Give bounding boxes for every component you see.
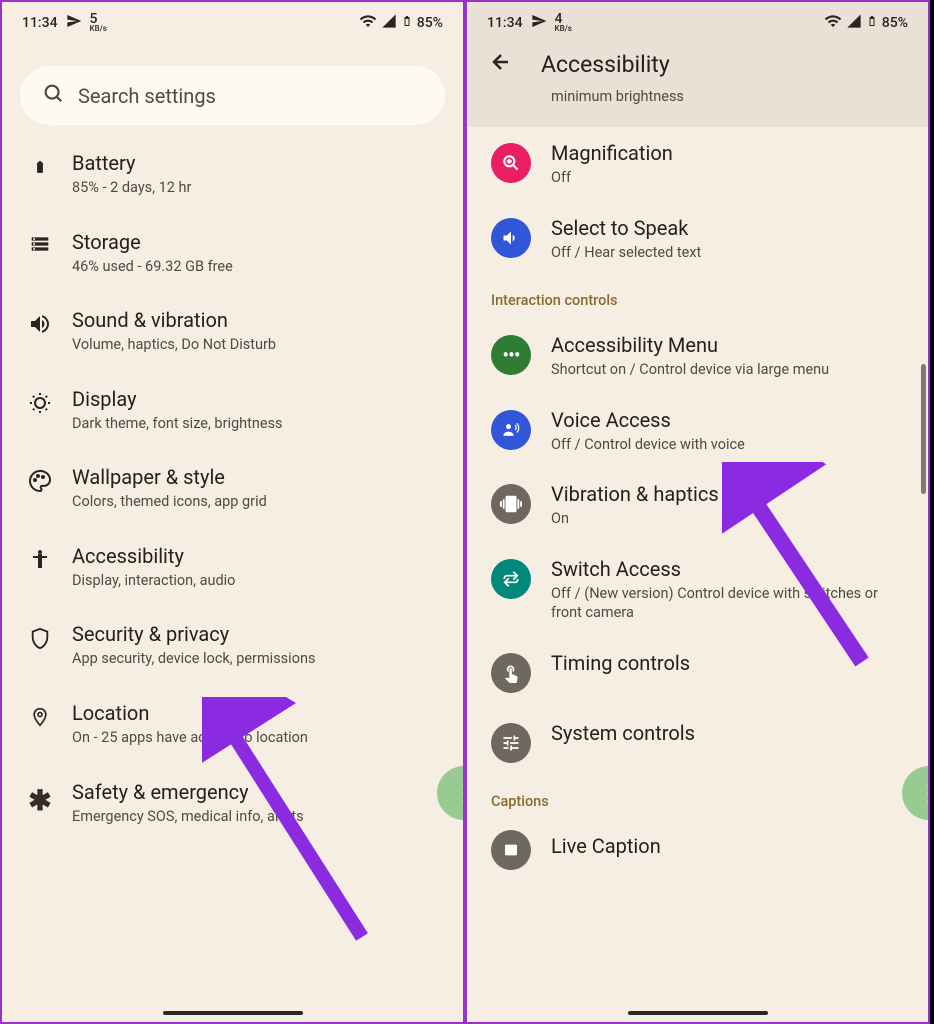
setting-title: Safety & emergency: [72, 780, 439, 804]
network-speed: 4KB/s: [555, 14, 572, 33]
palette-icon: [26, 469, 54, 493]
brightness-icon: [26, 391, 54, 415]
scrollbar[interactable]: [921, 364, 926, 494]
acc-select-speak[interactable]: Select to Speak Off / Hear selected text: [467, 202, 928, 277]
tune-icon: [491, 723, 531, 763]
battery-percent: 85%: [882, 15, 908, 31]
volume-icon: [26, 312, 54, 336]
acc-subtitle: Off / Hear selected text: [551, 243, 904, 263]
setting-subtitle: Colors, themed icons, app grid: [72, 492, 439, 512]
nav-handle[interactable]: [163, 1011, 303, 1015]
setting-subtitle: Volume, haptics, Do Not Disturb: [72, 335, 439, 355]
setting-location[interactable]: Location On - 25 apps have access to loc…: [2, 685, 463, 764]
section-interaction: Interaction controls: [467, 276, 928, 319]
acc-voice[interactable]: Voice Access Off / Control device with v…: [467, 394, 928, 469]
acc-title: Live Caption: [551, 834, 904, 858]
header: 11:34 4KB/s 85% Accessibility minimum b: [467, 2, 928, 127]
acc-vibration[interactable]: Vibration & haptics On: [467, 468, 928, 543]
acc-title: System controls: [551, 721, 904, 745]
accessibility-screen: 11:34 4KB/s 85% Accessibility minimum b: [465, 0, 930, 1024]
search-icon: [42, 82, 64, 109]
storage-icon: [26, 234, 54, 254]
setting-subtitle: Dark theme, font size, brightness: [72, 414, 439, 434]
signal-icon: [381, 13, 397, 33]
setting-sound[interactable]: Sound & vibration Volume, haptics, Do No…: [2, 292, 463, 371]
setting-title: Location: [72, 701, 439, 725]
setting-title: Battery: [72, 151, 439, 175]
battery-icon: [866, 12, 878, 34]
setting-battery[interactable]: Battery 85% - 2 days, 12 hr: [2, 135, 463, 214]
setting-title: Display: [72, 387, 439, 411]
search-placeholder: Search settings: [78, 84, 216, 108]
dots-icon: •••: [491, 335, 531, 375]
setting-subtitle: On - 25 apps have access to location: [72, 728, 439, 748]
acc-timing[interactable]: Timing controls: [467, 637, 928, 707]
setting-accessibility[interactable]: Accessibility Display, interaction, audi…: [2, 528, 463, 607]
acc-system[interactable]: System controls: [467, 707, 928, 777]
setting-security[interactable]: Security & privacy App security, device …: [2, 606, 463, 685]
page-title: Accessibility: [541, 51, 670, 78]
settings-screen: 11:34 5KB/s 85% Search settings: [0, 0, 465, 1024]
acc-title: Select to Speak: [551, 216, 904, 240]
speak-icon: [491, 218, 531, 258]
setting-subtitle: Emergency SOS, medical info, alerts: [72, 807, 439, 827]
network-speed: 5KB/s: [90, 14, 107, 33]
acc-subtitle: Off: [551, 168, 904, 188]
signal-icon: [846, 13, 862, 33]
acc-live-caption[interactable]: Live Caption: [467, 820, 928, 872]
acc-title: Accessibility Menu: [551, 333, 904, 357]
clock: 11:34: [22, 15, 58, 31]
nav-handle[interactable]: [628, 1011, 768, 1015]
acc-title: Vibration & haptics: [551, 482, 904, 506]
acc-magnification[interactable]: Magnification Off: [467, 127, 928, 202]
setting-wallpaper[interactable]: Wallpaper & style Colors, themed icons, …: [2, 449, 463, 528]
wifi-icon: [359, 12, 377, 34]
battery-icon: [26, 155, 54, 179]
acc-title: Magnification: [551, 141, 904, 165]
location-icon: [26, 705, 54, 729]
shield-icon: [26, 626, 54, 650]
back-button[interactable]: [489, 50, 513, 78]
acc-switch[interactable]: Switch Access Off / (New version) Contro…: [467, 543, 928, 637]
send-icon: [66, 13, 82, 33]
acc-menu[interactable]: ••• Accessibility Menu Shortcut on / Con…: [467, 319, 928, 394]
caption-icon: [491, 830, 531, 870]
acc-title: Switch Access: [551, 557, 904, 581]
acc-subtitle: Off / Control device with voice: [551, 435, 904, 455]
setting-title: Sound & vibration: [72, 308, 439, 332]
setting-title: Wallpaper & style: [72, 465, 439, 489]
setting-title: Storage: [72, 230, 439, 254]
partial-subtitle: minimum brightness: [467, 78, 928, 105]
vibration-icon: [491, 484, 531, 524]
section-captions: Captions: [467, 777, 928, 820]
status-bar: 11:34 5KB/s 85%: [2, 2, 463, 38]
asterisk-icon: ✱: [26, 784, 54, 817]
acc-subtitle: Shortcut on / Control device via large m…: [551, 360, 904, 380]
setting-title: Security & privacy: [72, 622, 439, 646]
setting-subtitle: App security, device lock, permissions: [72, 649, 439, 669]
search-input[interactable]: Search settings: [20, 66, 445, 125]
accessibility-icon: [26, 548, 54, 572]
touch-icon: [491, 653, 531, 693]
acc-subtitle: On: [551, 509, 904, 529]
setting-safety[interactable]: ✱ Safety & emergency Emergency SOS, medi…: [2, 764, 463, 843]
setting-title: Accessibility: [72, 544, 439, 568]
battery-percent: 85%: [417, 15, 443, 31]
setting-display[interactable]: Display Dark theme, font size, brightnes…: [2, 371, 463, 450]
acc-title: Voice Access: [551, 408, 904, 432]
send-icon: [531, 13, 547, 33]
magnify-icon: [491, 143, 531, 183]
setting-subtitle: 85% - 2 days, 12 hr: [72, 178, 439, 198]
battery-icon: [401, 12, 413, 34]
clock: 11:34: [487, 15, 523, 31]
setting-subtitle: 46% used - 69.32 GB free: [72, 257, 439, 277]
wifi-icon: [824, 12, 842, 34]
voice-icon: [491, 410, 531, 450]
acc-title: Timing controls: [551, 651, 904, 675]
acc-subtitle: Off / (New version) Control device with …: [551, 584, 904, 623]
setting-storage[interactable]: Storage 46% used - 69.32 GB free: [2, 214, 463, 293]
setting-subtitle: Display, interaction, audio: [72, 571, 439, 591]
switch-icon: [491, 559, 531, 599]
